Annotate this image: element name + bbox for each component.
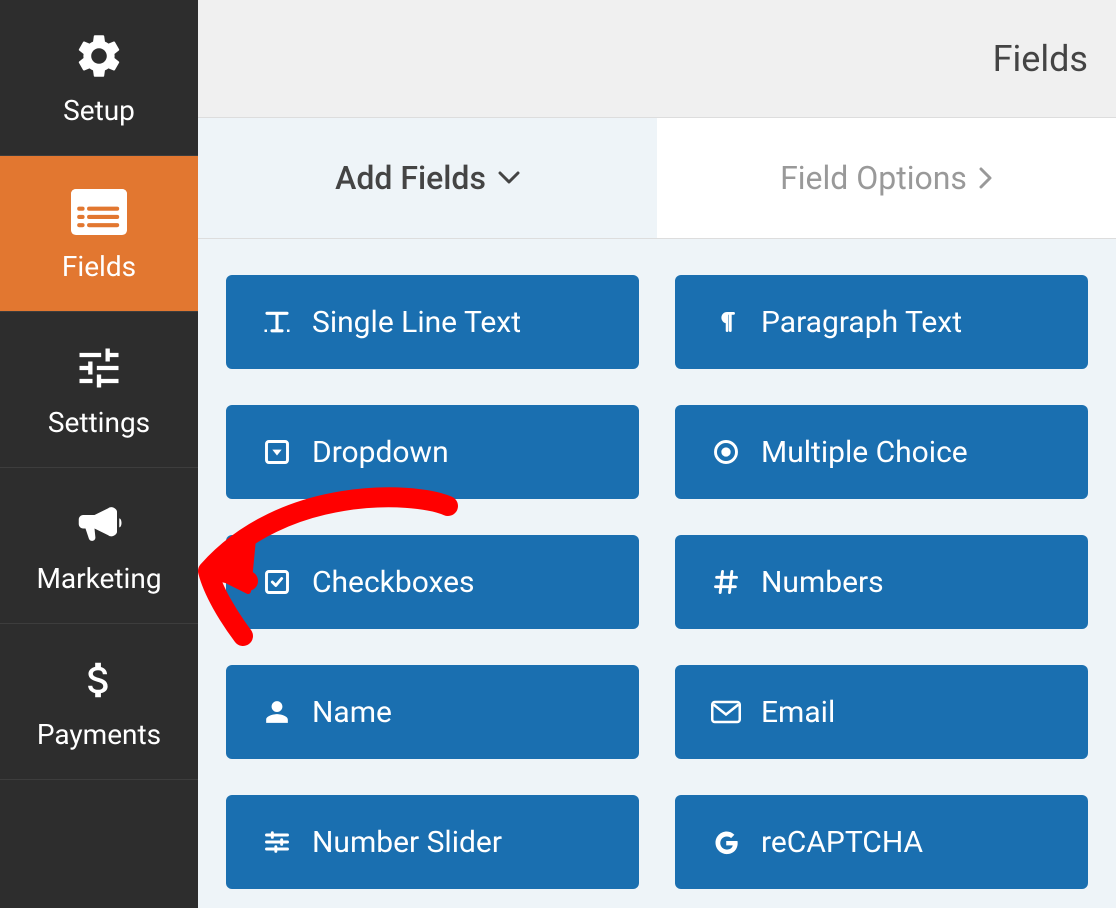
sidebar-item-settings[interactable]: Settings <box>0 312 198 468</box>
fields-content: Single Line Text Paragraph Text Dropdown… <box>198 239 1116 908</box>
tab-add-fields[interactable]: Add Fields <box>198 118 657 238</box>
sidebar: Setup Fields Settings Marketing Payments <box>0 0 198 908</box>
sidebar-item-setup[interactable]: Setup <box>0 0 198 156</box>
slider-icon <box>262 827 292 857</box>
sidebar-item-label: Marketing <box>36 562 161 595</box>
field-label: Email <box>761 695 835 730</box>
page-title: Fields <box>993 38 1088 80</box>
field-dropdown[interactable]: Dropdown <box>226 405 639 499</box>
sidebar-item-label: Fields <box>62 250 136 283</box>
field-label: Name <box>312 695 392 730</box>
checkbox-icon <box>262 567 292 597</box>
dollar-icon <box>71 652 127 708</box>
field-label: Numbers <box>761 565 884 600</box>
sidebar-item-marketing[interactable]: Marketing <box>0 468 198 624</box>
sidebar-item-label: Setup <box>63 94 135 127</box>
chevron-right-icon <box>979 167 993 189</box>
dropdown-icon <box>262 437 292 467</box>
field-recaptcha[interactable]: reCAPTCHA <box>675 795 1088 889</box>
field-single-line-text[interactable]: Single Line Text <box>226 275 639 369</box>
main-panel: Fields Add Fields Field Options Single L… <box>198 0 1116 908</box>
field-multiple-choice[interactable]: Multiple Choice <box>675 405 1088 499</box>
paragraph-icon <box>711 307 741 337</box>
field-label: Checkboxes <box>312 565 475 600</box>
tab-label: Field Options <box>780 159 967 197</box>
hash-icon <box>711 567 741 597</box>
sidebar-item-label: Payments <box>37 718 161 751</box>
tabs: Add Fields Field Options <box>198 118 1116 239</box>
user-icon <box>262 697 292 727</box>
field-checkboxes[interactable]: Checkboxes <box>226 535 639 629</box>
sidebar-item-fields[interactable]: Fields <box>0 156 198 312</box>
sidebar-item-payments[interactable]: Payments <box>0 624 198 780</box>
text-icon <box>262 307 292 337</box>
field-label: reCAPTCHA <box>761 825 923 860</box>
field-label: Single Line Text <box>312 305 521 340</box>
g-icon <box>711 827 741 857</box>
gear-icon <box>71 28 127 84</box>
field-label: Dropdown <box>312 435 449 470</box>
field-grid: Single Line Text Paragraph Text Dropdown… <box>226 275 1088 889</box>
field-email[interactable]: Email <box>675 665 1088 759</box>
sliders-icon <box>71 340 127 396</box>
header: Fields <box>198 0 1116 118</box>
field-paragraph-text[interactable]: Paragraph Text <box>675 275 1088 369</box>
field-numbers[interactable]: Numbers <box>675 535 1088 629</box>
field-name[interactable]: Name <box>226 665 639 759</box>
list-icon <box>71 184 127 240</box>
field-label: Paragraph Text <box>761 305 962 340</box>
bullhorn-icon <box>71 496 127 552</box>
field-label: Multiple Choice <box>761 435 968 470</box>
envelope-icon <box>711 697 741 727</box>
chevron-down-icon <box>498 171 520 185</box>
tab-label: Add Fields <box>335 159 486 197</box>
field-number-slider[interactable]: Number Slider <box>226 795 639 889</box>
sidebar-item-label: Settings <box>48 406 150 439</box>
tab-field-options[interactable]: Field Options <box>657 118 1116 238</box>
field-label: Number Slider <box>312 825 502 860</box>
radio-icon <box>711 437 741 467</box>
